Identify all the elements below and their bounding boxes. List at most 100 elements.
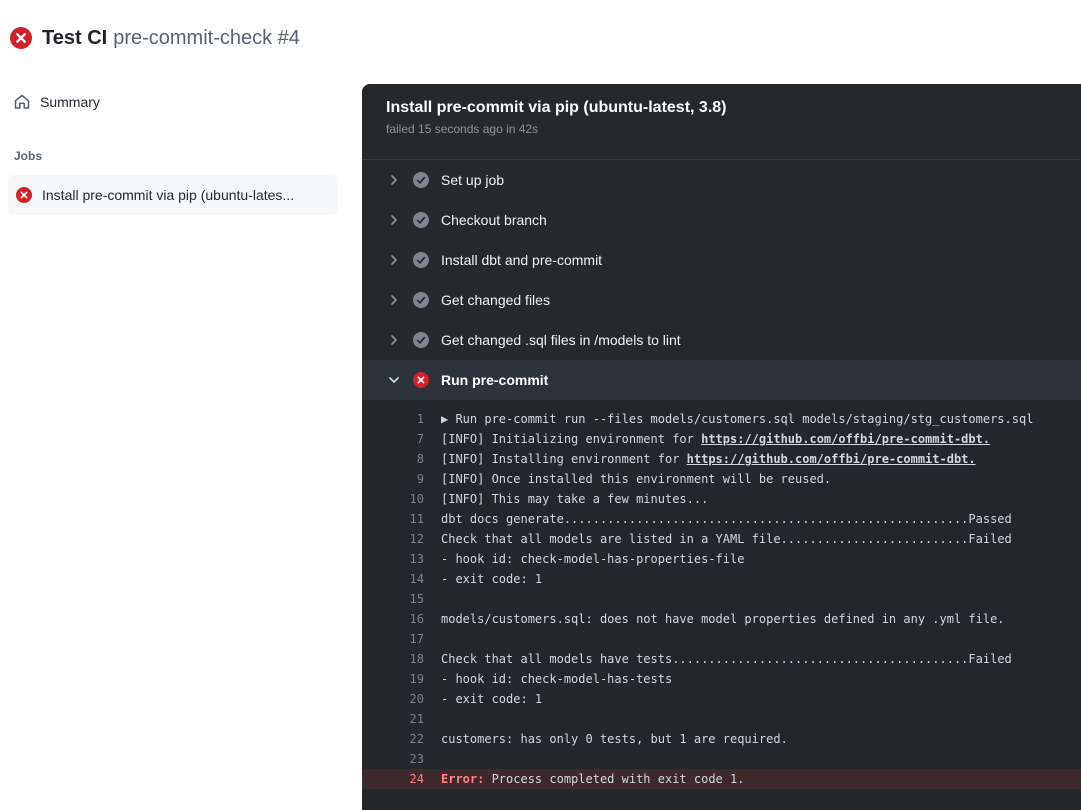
log-text-segment: - hook id: check-model-has-properties-fi…: [441, 552, 744, 566]
sidebar-job-item[interactable]: Install pre-commit via pip (ubuntu-lates…: [8, 175, 338, 215]
log-text-segment: - exit code: 1: [441, 572, 542, 586]
step-row[interactable]: Checkout branch: [362, 200, 1081, 240]
check-circle-icon: [413, 292, 429, 308]
log-text-segment: - hook id: check-model-has-tests: [441, 672, 672, 686]
log-line-number[interactable]: 11: [362, 509, 424, 529]
log-line-number[interactable]: 22: [362, 729, 424, 749]
log-text-segment: Check that all models have tests........…: [441, 652, 1012, 666]
workflow-name: Test CI: [42, 27, 107, 49]
log-line: 16 models/customers.sql: does not have mo…: [362, 609, 1081, 629]
step-label: Set up job: [441, 172, 504, 188]
step-row[interactable]: Get changed .sql files in /models to lin…: [362, 320, 1081, 360]
log-line-text: - hook id: check-model-has-properties-fi…: [441, 549, 744, 569]
job-log-panel: Install pre-commit via pip (ubuntu-lates…: [362, 84, 1081, 810]
log-line-text: customers: has only 0 tests, but 1 are r…: [441, 729, 788, 749]
run-header: Test CI pre-commit-check #4: [0, 0, 1081, 76]
log-line-text: Error: Process completed with exit code …: [441, 769, 744, 789]
job-status-line: failed 15 seconds ago in 42s: [386, 122, 1057, 136]
log-line-number[interactable]: 23: [362, 749, 424, 769]
log-line-text: [INFO] This may take a few minutes...: [441, 489, 708, 509]
chevron-right-icon: [386, 252, 402, 268]
log-line-number[interactable]: 18: [362, 649, 424, 669]
run-failed-status-icon: [10, 27, 32, 49]
sidebar-item-summary[interactable]: Summary: [8, 86, 338, 118]
log-line: 11 dbt docs generate.....................…: [362, 509, 1081, 529]
log-output: 1 ▶ Run pre-commit run --files models/cus…: [362, 400, 1081, 810]
log-text-segment: [INFO] Installing environment for: [441, 452, 687, 466]
log-line-number[interactable]: 12: [362, 529, 424, 549]
check-circle-icon: [413, 172, 429, 188]
x-circle-icon: [413, 372, 429, 388]
log-text-segment: ▶ Run pre-commit run --files models/cust…: [441, 412, 1033, 426]
run-name-and-number: pre-commit-check #4: [113, 27, 300, 49]
log-line-text: - exit code: 1: [441, 689, 542, 709]
log-line-text: models/customers.sql: does not have mode…: [441, 609, 1005, 629]
step-row[interactable]: Set up job: [362, 160, 1081, 200]
log-line: 14 - exit code: 1: [362, 569, 1081, 589]
step-label: Get changed .sql files in /models to lin…: [441, 332, 681, 348]
log-line: 19 - hook id: check-model-has-tests: [362, 669, 1081, 689]
log-line-text: - exit code: 1: [441, 569, 542, 589]
log-line-text: [INFO] Once installed this environment w…: [441, 469, 831, 489]
log-line: 1 ▶ Run pre-commit run --files models/cus…: [362, 409, 1081, 429]
log-line-number[interactable]: 15: [362, 589, 424, 609]
log-text-segment: Check that all models are listed in a YA…: [441, 532, 1012, 546]
step-label: Install dbt and pre-commit: [441, 252, 602, 268]
log-text-segment: models/customers.sql: does not have mode…: [441, 612, 1005, 626]
log-line: 22 customers: has only 0 tests, but 1 are…: [362, 729, 1081, 749]
log-line: 7 [INFO] Initializing environment for htt…: [362, 429, 1081, 449]
log-line: 23: [362, 749, 1081, 769]
error-label: Error:: [441, 772, 484, 786]
log-line-number[interactable]: 21: [362, 709, 424, 729]
log-line-number[interactable]: 10: [362, 489, 424, 509]
log-line-number[interactable]: 1: [362, 409, 424, 429]
job-panel-header: Install pre-commit via pip (ubuntu-lates…: [362, 84, 1081, 160]
chevron-down-icon: [386, 372, 402, 388]
log-line-number[interactable]: 19: [362, 669, 424, 689]
chevron-right-icon: [386, 212, 402, 228]
log-link[interactable]: https://github.com/offbi/pre-commit-dbt.: [701, 432, 990, 446]
run-sidebar: Summary Jobs Install pre-commit via pip …: [8, 86, 338, 215]
summary-label: Summary: [40, 94, 100, 110]
log-link[interactable]: https://github.com/offbi/pre-commit-dbt.: [687, 452, 976, 466]
check-circle-icon: [413, 212, 429, 228]
log-line-number[interactable]: 8: [362, 449, 424, 469]
job-item-label: Install pre-commit via pip (ubuntu-lates…: [42, 187, 294, 203]
step-row[interactable]: Run pre-commit: [362, 360, 1081, 400]
log-line-number[interactable]: 16: [362, 609, 424, 629]
job-title: Install pre-commit via pip (ubuntu-lates…: [386, 99, 1057, 117]
step-row[interactable]: Install dbt and pre-commit: [362, 240, 1081, 280]
workflow-run-title: Test CI pre-commit-check #4: [42, 27, 300, 50]
step-label: Checkout branch: [441, 212, 547, 228]
log-text-segment: - exit code: 1: [441, 692, 542, 706]
log-line: 9 [INFO] Once installed this environment …: [362, 469, 1081, 489]
chevron-right-icon: [386, 332, 402, 348]
log-line-number[interactable]: 17: [362, 629, 424, 649]
steps-list: Set up job Checkout branch Install dbt and…: [362, 160, 1081, 400]
log-text-segment: dbt docs generate.......................…: [441, 512, 1012, 526]
chevron-right-icon: [386, 292, 402, 308]
check-circle-icon: [413, 252, 429, 268]
log-line: 8 [INFO] Installing environment for https…: [362, 449, 1081, 469]
log-line: 20 - exit code: 1: [362, 689, 1081, 709]
log-line: 21: [362, 709, 1081, 729]
step-label: Run pre-commit: [441, 372, 548, 388]
log-line-number[interactable]: 24: [362, 769, 424, 789]
log-line-number[interactable]: 14: [362, 569, 424, 589]
log-line: 18 Check that all models have tests......…: [362, 649, 1081, 669]
log-line-text: [INFO] Initializing environment for http…: [441, 429, 990, 449]
log-line-text: ▶ Run pre-commit run --files models/cust…: [441, 409, 1033, 429]
check-circle-icon: [413, 332, 429, 348]
step-row[interactable]: Get changed files: [362, 280, 1081, 320]
log-line-number[interactable]: 13: [362, 549, 424, 569]
log-line-number[interactable]: 9: [362, 469, 424, 489]
log-line-number[interactable]: 7: [362, 429, 424, 449]
log-line-text: Check that all models have tests........…: [441, 649, 1012, 669]
log-text-segment: customers: has only 0 tests, but 1 are r…: [441, 732, 788, 746]
log-line: 17: [362, 629, 1081, 649]
log-line-number[interactable]: 20: [362, 689, 424, 709]
chevron-right-icon: [386, 172, 402, 188]
log-line: 12 Check that all models are listed in a …: [362, 529, 1081, 549]
log-text-segment: [INFO] Once installed this environment w…: [441, 472, 831, 486]
log-line-error: 24 Error: Process completed with exit cod…: [362, 769, 1081, 789]
